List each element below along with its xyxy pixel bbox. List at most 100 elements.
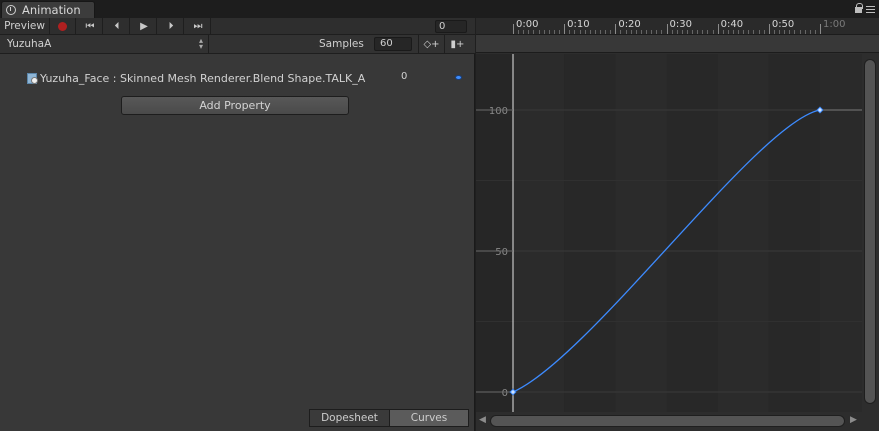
hierarchy-panel: Preview ⏮ ⏴ ▶ ⏵ ⏭ 0 YuzuhaA ▴ ▾ Samples 6… — [0, 17, 475, 431]
ruler-label: 0:20 — [618, 19, 641, 30]
dopesheet-tab[interactable]: Dopesheet — [309, 409, 389, 427]
lock-icon[interactable] — [855, 3, 863, 13]
ruler-minor-tick — [799, 30, 801, 34]
ruler-minor-tick — [681, 30, 683, 34]
ruler-minor-tick — [651, 30, 653, 34]
record-button[interactable] — [50, 17, 76, 35]
first-keyframe-button[interactable]: ⏮ — [76, 17, 103, 35]
add-event-button[interactable]: ▮+ — [444, 35, 470, 53]
samples-input[interactable]: 60 — [374, 37, 412, 51]
vertical-scrollbar[interactable] — [862, 54, 879, 412]
curves-tab[interactable]: Curves — [389, 409, 469, 427]
ruler-minor-tick — [538, 30, 540, 34]
grid-band — [513, 54, 565, 412]
preview-button[interactable]: Preview — [0, 17, 50, 35]
ruler-label: 0:30 — [669, 19, 692, 30]
property-value[interactable]: 0 — [401, 71, 407, 82]
ruler-minor-tick — [605, 30, 607, 34]
ruler-minor-tick — [559, 30, 561, 34]
grid-band — [666, 54, 718, 412]
ruler-minor-tick — [758, 30, 760, 34]
clip-name: YuzuhaA — [7, 38, 52, 50]
ruler-minor-tick — [646, 30, 648, 34]
ruler-tick — [768, 24, 770, 34]
ruler-minor-tick — [620, 30, 622, 34]
ruler-minor-tick — [523, 30, 525, 34]
previous-keyframe-icon: ⏴ — [114, 20, 120, 32]
ruler-minor-tick — [707, 30, 709, 34]
add-keyframe-button[interactable]: ◇+ — [418, 35, 444, 53]
animation-toolbar: Preview ⏮ ⏴ ▶ ⏵ ⏭ 0 — [0, 17, 475, 35]
ruler-minor-tick — [748, 30, 750, 34]
play-button[interactable]: ▶ — [130, 17, 157, 35]
ruler-minor-tick — [661, 30, 663, 34]
ruler-minor-tick — [763, 30, 765, 34]
ruler-minor-tick — [779, 30, 781, 34]
record-icon — [58, 21, 67, 31]
ruler-minor-tick — [722, 30, 724, 34]
next-keyframe-icon: ⏵ — [168, 20, 174, 32]
samples-label: Samples — [319, 38, 364, 50]
ruler-minor-tick — [533, 30, 535, 34]
ruler-minor-tick — [599, 30, 601, 34]
skinned-mesh-icon — [27, 72, 38, 84]
clip-dropdown[interactable]: YuzuhaA ▴ ▾ — [0, 35, 209, 53]
ruler-minor-tick — [553, 30, 555, 34]
ruler-minor-tick — [543, 30, 545, 34]
ruler-minor-tick — [635, 30, 637, 34]
tab-animation-label: Animation — [22, 3, 81, 17]
ruler-tick — [666, 24, 668, 34]
vertical-scroll-thumb[interactable] — [864, 59, 876, 404]
ruler-minor-tick — [773, 30, 775, 34]
ruler-minor-tick — [814, 30, 816, 34]
ruler-minor-tick — [671, 30, 673, 34]
timeline-ruler[interactable]: 0:00 0:10 0:20 0:30 0:40 0:50 1:00 — [476, 18, 879, 35]
horizontal-scroll-thumb[interactable] — [490, 415, 845, 427]
clock-icon — [6, 5, 16, 15]
add-event-icon: ▮+ — [450, 38, 465, 50]
ruler-minor-tick — [686, 30, 688, 34]
y-axis-label: 50 — [495, 247, 508, 258]
next-keyframe-button[interactable]: ⏵ — [157, 17, 184, 35]
ruler-label: 0:00 — [516, 19, 539, 30]
horizontal-scrollbar[interactable]: ◀ ▶ — [476, 412, 862, 431]
curve-graph[interactable]: 100 50 0 — [476, 54, 862, 412]
ruler-minor-tick — [528, 30, 530, 34]
menu-icon[interactable] — [866, 6, 875, 13]
ruler-tick — [820, 24, 821, 34]
property-row[interactable]: Yuzuha_Face : Skinned Mesh Renderer.Blen… — [27, 70, 467, 86]
clip-bar: YuzuhaA ▴ ▾ Samples 60 ◇+ ▮+ — [0, 35, 475, 54]
last-keyframe-button[interactable]: ⏭ — [184, 17, 211, 35]
ruler-tick — [717, 24, 719, 34]
y-axis-label: 100 — [489, 106, 508, 117]
curve-canvas[interactable]: 100 50 0 — [476, 54, 862, 412]
keyframe-indicator-icon[interactable] — [455, 75, 462, 80]
ruler-minor-tick — [676, 30, 678, 34]
ruler-minor-tick — [579, 30, 581, 34]
ruler-minor-tick — [697, 30, 699, 34]
ruler-minor-tick — [738, 30, 740, 34]
dropdown-arrows-icon: ▴ ▾ — [198, 36, 203, 51]
last-keyframe-icon: ⏭ — [193, 20, 203, 32]
post-range — [820, 54, 862, 412]
first-keyframe-icon: ⏮ — [85, 20, 95, 32]
ruler-tick — [513, 24, 514, 34]
grid-band — [717, 54, 769, 412]
tab-animation[interactable]: Animation — [1, 1, 95, 18]
add-property-button[interactable]: Add Property — [121, 96, 349, 115]
grid-band — [564, 54, 616, 412]
ruler-minor-tick — [743, 30, 745, 34]
grid-band — [768, 54, 820, 412]
scroll-right-icon[interactable]: ▶ — [850, 415, 857, 425]
frame-input[interactable]: 0 — [435, 20, 467, 33]
event-bar[interactable] — [476, 35, 879, 53]
ruler-minor-tick — [630, 30, 632, 34]
ruler-minor-tick — [625, 30, 627, 34]
ruler-minor-tick — [594, 30, 596, 34]
ruler-minor-tick — [712, 30, 714, 34]
ruler-tick — [615, 24, 617, 34]
ruler-minor-tick — [518, 30, 520, 34]
ruler-label: 1:00 — [823, 19, 846, 30]
scroll-left-icon[interactable]: ◀ — [479, 415, 486, 425]
previous-keyframe-button[interactable]: ⏴ — [103, 17, 130, 35]
